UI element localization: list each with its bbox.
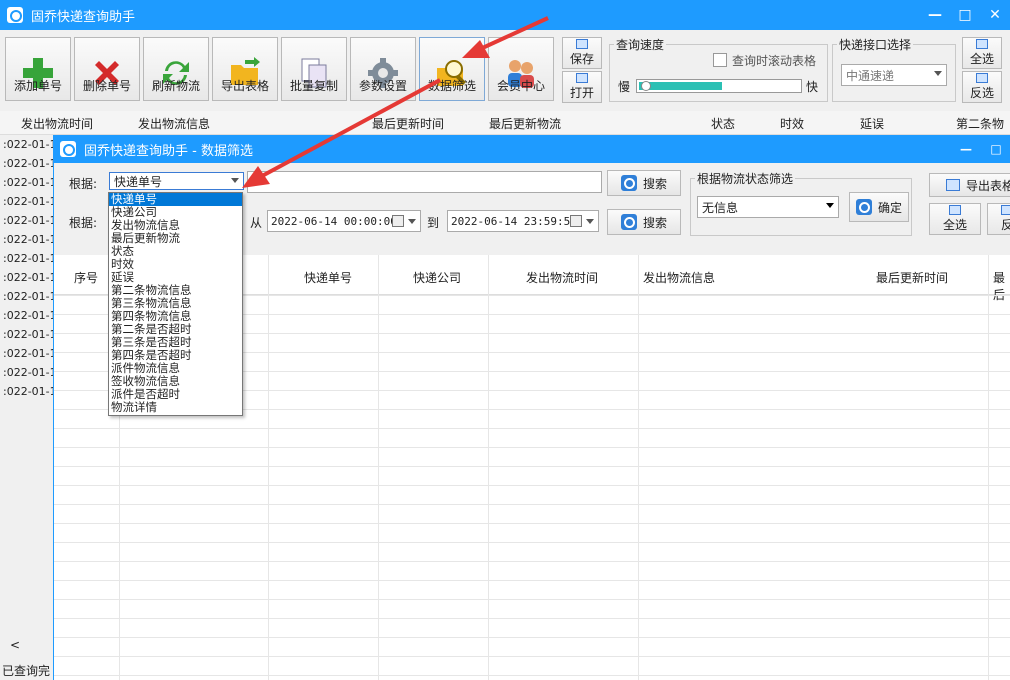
confirm-button[interactable]: 确定	[849, 192, 909, 222]
status-text: 已查询完	[2, 664, 51, 678]
main-window-title: 固乔快递查询助手	[31, 9, 136, 25]
invert-select-button[interactable]: 反选	[962, 71, 1002, 103]
dropdown-option[interactable]: 签收物流信息	[109, 375, 242, 388]
app-logo-icon	[7, 7, 23, 23]
speed-knob[interactable]	[641, 81, 651, 91]
chevron-down-icon	[934, 71, 942, 76]
basis-label: 根据:	[69, 177, 98, 191]
dialog-logo-icon	[60, 141, 76, 157]
dialog-minimize-button[interactable]: —	[951, 135, 981, 163]
settings-button[interactable]: 参数设置	[350, 37, 416, 101]
chevron-down-icon	[826, 203, 834, 208]
data-filter-button[interactable]: 数据筛选	[419, 37, 485, 101]
save-icon	[576, 39, 588, 49]
select-all-icon	[976, 39, 988, 49]
search-date-button[interactable]: 搜索	[607, 209, 681, 235]
api-group: 快递接口选择 中通速递	[832, 36, 956, 102]
to-label: 到	[427, 216, 440, 230]
select-all-button[interactable]: 全选	[962, 37, 1002, 69]
invert-icon	[976, 73, 988, 83]
dialog-titlebar: 固乔快递查询助手 - 数据筛选 — □	[54, 135, 1010, 163]
refresh-logistics-button[interactable]: 刷新物流	[143, 37, 209, 101]
chevron-down-icon	[408, 219, 416, 224]
scroll-left-button[interactable]: <	[10, 638, 20, 652]
open-button[interactable]: 打开	[562, 71, 602, 103]
status-select[interactable]: 无信息	[697, 196, 839, 218]
from-date-picker[interactable]: 2022-06-14 00:00:00	[267, 210, 421, 232]
background-status-area: < 已查询完	[0, 636, 54, 680]
chevron-down-icon	[231, 178, 239, 183]
scroll-table-checkbox[interactable]	[713, 53, 727, 67]
delete-number-button[interactable]: 删除单号	[74, 37, 140, 101]
from-label: 从	[250, 216, 263, 230]
add-number-button[interactable]: 添加单号	[5, 37, 71, 101]
dropdown-option[interactable]: 快递公司	[109, 206, 242, 219]
search-button[interactable]: 搜索	[607, 170, 681, 196]
dropdown-option[interactable]: 时效	[109, 258, 242, 271]
dropdown-option[interactable]: 第三条物流信息	[109, 297, 242, 310]
batch-copy-button[interactable]: 批量复制	[281, 37, 347, 101]
minimize-button[interactable]: —	[920, 0, 950, 30]
dialog-select-all-button[interactable]: 全选	[929, 203, 981, 235]
save-button[interactable]: 保存	[562, 37, 602, 69]
background-grid-header: 发出物流时间 发出物流信息 最后更新时间 最后更新物流 状态 时效 延误 第二条…	[0, 111, 1010, 135]
dropdown-option[interactable]: 派件物流信息	[109, 362, 242, 375]
search-input[interactable]	[247, 171, 602, 193]
dialog-export-button[interactable]: 导出表格	[929, 173, 1010, 197]
dropdown-option[interactable]: 派件是否超时	[109, 388, 242, 401]
dropdown-option[interactable]: 第二条是否超时	[109, 323, 242, 336]
dropdown-option[interactable]: 物流详情	[109, 401, 242, 414]
dropdown-option[interactable]: 发出物流信息	[109, 219, 242, 232]
basis2-label: 根据:	[69, 216, 98, 230]
chevron-down-icon	[586, 219, 594, 224]
toolbar: 添加单号 删除单号 刷新物流 导出表格 批量复制 参数设置 数据筛选 会员中心 …	[0, 30, 1010, 110]
dialog-invert-button[interactable]: 反	[987, 203, 1010, 235]
dropdown-option[interactable]: 最后更新物流	[109, 232, 242, 245]
maximize-button[interactable]: □	[950, 0, 980, 30]
export-table-button[interactable]: 导出表格	[212, 37, 278, 101]
dropdown-option[interactable]: 第四条物流信息	[109, 310, 242, 323]
invert-icon	[1001, 205, 1010, 215]
dropdown-option[interactable]: 第三条是否超时	[109, 336, 242, 349]
speed-slider[interactable]	[636, 79, 802, 93]
search-icon	[620, 175, 637, 191]
status-filter-group: 根据物流状态筛选 无信息 确定	[690, 170, 912, 236]
background-date-column: :022-01-1 :022-01-1 :022-01-1 :022-01-1 …	[3, 138, 54, 398]
api-select[interactable]: 中通速递	[841, 64, 947, 86]
close-button[interactable]: ✕	[980, 0, 1010, 30]
confirm-search-icon	[855, 199, 872, 215]
to-date-picker[interactable]: 2022-06-14 23:59:59	[447, 210, 599, 232]
calendar-icon	[570, 215, 582, 227]
speed-fill	[639, 82, 722, 90]
dropdown-option[interactable]: 状态	[109, 245, 242, 258]
dialog-title: 固乔快递查询助手 - 数据筛选	[84, 143, 253, 159]
dropdown-option[interactable]: 第二条物流信息	[109, 284, 242, 297]
calendar-icon	[392, 215, 404, 227]
search-icon	[620, 214, 637, 230]
basis-dropdown-list: 快递单号 快递公司 发出物流信息 最后更新物流 状态 时效 延误 第二条物流信息…	[108, 192, 243, 416]
select-all-icon	[949, 205, 961, 215]
export-icon	[946, 179, 960, 191]
open-icon	[576, 73, 588, 83]
dropdown-option[interactable]: 延误	[109, 271, 242, 284]
main-titlebar: 固乔快递查询助手 — □ ✕	[0, 0, 1010, 30]
dropdown-option[interactable]: 快递单号	[109, 193, 242, 206]
member-center-button[interactable]: 会员中心	[488, 37, 554, 101]
basis-select[interactable]: 快递单号	[109, 172, 244, 190]
dialog-maximize-button[interactable]: □	[981, 135, 1010, 163]
dropdown-option[interactable]: 第四条是否超时	[109, 349, 242, 362]
speed-group: 查询速度 查询时滚动表格 慢 快	[609, 36, 828, 102]
